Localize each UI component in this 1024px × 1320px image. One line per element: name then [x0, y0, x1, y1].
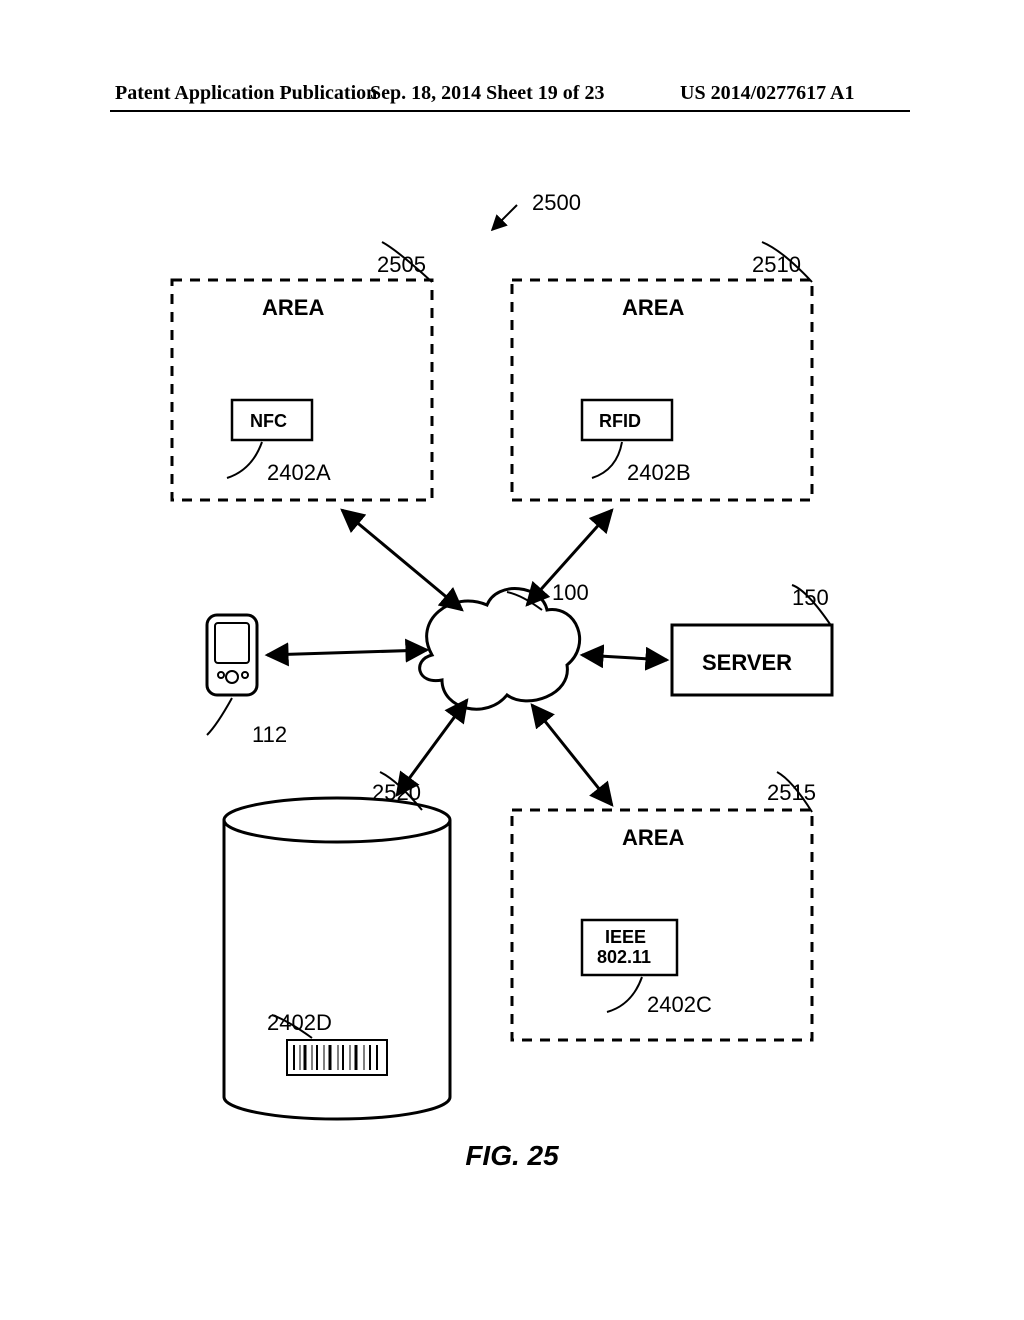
area-2505: AREA NFC 2402A 2505	[172, 242, 432, 500]
area-2515: AREA IEEE 802.11 2402C 2515	[512, 772, 816, 1040]
area-label: AREA	[262, 295, 324, 320]
ref-system: 2500	[492, 190, 581, 230]
ref-2402C: 2402C	[647, 992, 712, 1017]
ref-2505: 2505	[377, 252, 426, 277]
ref-2500: 2500	[532, 190, 581, 215]
nfc-label: NFC	[250, 411, 287, 431]
barcode-icon	[287, 1040, 387, 1075]
ref-2515: 2515	[767, 780, 816, 805]
server: SERVER 150	[672, 585, 832, 695]
ref-2402D: 2402D	[267, 1010, 332, 1035]
ref-112: 112	[252, 722, 287, 747]
cloud-network: 100	[420, 580, 589, 709]
ref-2402A: 2402A	[267, 460, 331, 485]
pda-phone: 112	[207, 615, 287, 747]
header-rule	[110, 110, 910, 112]
figure-25: 2500 AREA NFC 2402A 2505 AREA RFID 2402B…	[112, 150, 912, 1150]
area-label: AREA	[622, 295, 684, 320]
area-label: AREA	[622, 825, 684, 850]
rfid-label: RFID	[599, 411, 641, 431]
ref-2402B: 2402B	[627, 460, 691, 485]
area-2510: AREA RFID 2402B 2510	[512, 242, 812, 500]
header-right: US 2014/0277617 A1	[680, 82, 854, 105]
ref-2510: 2510	[752, 252, 801, 277]
wlan-label-1: IEEE	[605, 927, 646, 947]
header-center: Sep. 18, 2014 Sheet 19 of 23	[370, 82, 604, 105]
ref-150: 150	[792, 585, 829, 610]
page: Patent Application Publication Sep. 18, …	[0, 0, 1024, 1320]
ref-2520: 2520	[372, 780, 421, 805]
server-label: SERVER	[702, 650, 792, 675]
figure-caption: FIG. 25	[0, 1140, 1024, 1172]
tank-2520: 2520	[224, 772, 450, 1119]
ref-100: 100	[552, 580, 589, 605]
header-left: Patent Application Publication	[115, 82, 377, 105]
wlan-label-2: 802.11	[597, 947, 651, 967]
